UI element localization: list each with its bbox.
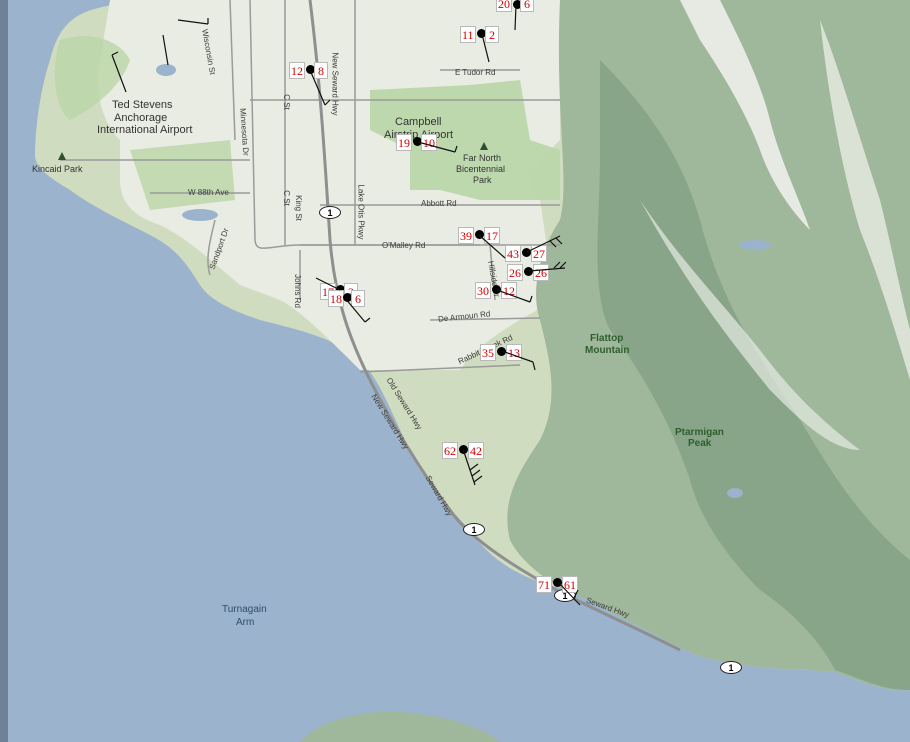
place-label: International Airport: [97, 124, 193, 136]
lake: [156, 64, 176, 76]
park-tree-icon: [480, 142, 488, 150]
station-value-a: 43: [505, 245, 521, 262]
mountain-lake: [727, 488, 743, 498]
place-label: Kincaid Park: [32, 164, 83, 174]
place-label: Bicentennial: [456, 164, 506, 174]
station-value-a: 18: [328, 290, 344, 307]
station-value-a: 20: [496, 0, 512, 12]
road-label: O'Malley Rd: [382, 241, 426, 250]
station-value-b: 13: [506, 344, 522, 361]
road-label: Johns Rd: [292, 274, 302, 308]
station-dot: [492, 285, 501, 294]
station-dot: [522, 248, 531, 257]
station-value-b: 27: [531, 245, 547, 262]
route-shield: 1: [463, 523, 485, 536]
station-value-a: 12: [289, 62, 305, 79]
road-label: Abbott Rd: [421, 199, 457, 208]
station-dot: [475, 230, 484, 239]
station-value-b: 26: [533, 264, 549, 281]
road-label: C St: [281, 94, 291, 110]
station-value-a: 30: [475, 282, 491, 299]
station-value-b: 17: [484, 227, 500, 244]
road-label: C St: [281, 190, 291, 206]
station-value-b: 42: [468, 442, 484, 459]
water-label: Turnagain: [222, 604, 267, 615]
place-label: Park: [473, 175, 492, 185]
water-label: Arm: [236, 617, 255, 628]
station-value-b: 6: [351, 290, 365, 307]
road-label: King St: [293, 195, 303, 221]
station-value-b: 2: [485, 26, 499, 43]
station-dot: [553, 578, 562, 587]
route-shield: 1: [720, 661, 742, 674]
peak-label: Peak: [688, 438, 712, 449]
road-label: Lake Otis Pkwy: [356, 184, 366, 240]
station-value-b: 61: [562, 576, 578, 593]
place-label: Anchorage: [114, 112, 168, 124]
place-label: Ted Stevens: [112, 99, 173, 111]
mountain-lake: [739, 240, 771, 250]
station-value-a: 19: [396, 134, 412, 151]
road-label: W 88th Ave: [188, 188, 229, 197]
station-value-b: 8: [314, 62, 328, 79]
station-value-b: 6: [520, 0, 534, 12]
peak-label: Mountain: [585, 345, 630, 356]
station-value-a: 26: [507, 264, 523, 281]
station-value-a: 71: [536, 576, 552, 593]
station-value-a: 62: [442, 442, 458, 459]
station-dot: [459, 445, 468, 454]
peak-label: Ptarmigan: [675, 427, 724, 438]
map-left-edge: [0, 0, 8, 742]
station-value-b: 10: [421, 134, 437, 151]
peak-label: Flattop: [590, 333, 624, 344]
station-value-a: 35: [480, 344, 496, 361]
station-dot: [524, 267, 533, 276]
road-label: E Tudor Rd: [455, 68, 496, 77]
lake: [182, 209, 218, 221]
route-shield: 1: [319, 206, 341, 219]
park-tree-icon: [58, 152, 66, 160]
station-value-a: 11: [460, 26, 476, 43]
station-value-b: 12: [501, 282, 517, 299]
place-label: Campbell: [395, 116, 442, 128]
station-dot: [497, 347, 506, 356]
map-view[interactable]: 1 1 1 1 Ted Stevens Anchorage Internatio…: [0, 0, 910, 742]
station-value-a: 39: [458, 227, 474, 244]
place-label: Far North: [463, 153, 502, 163]
road-label: New Seward Hwy: [330, 52, 340, 116]
